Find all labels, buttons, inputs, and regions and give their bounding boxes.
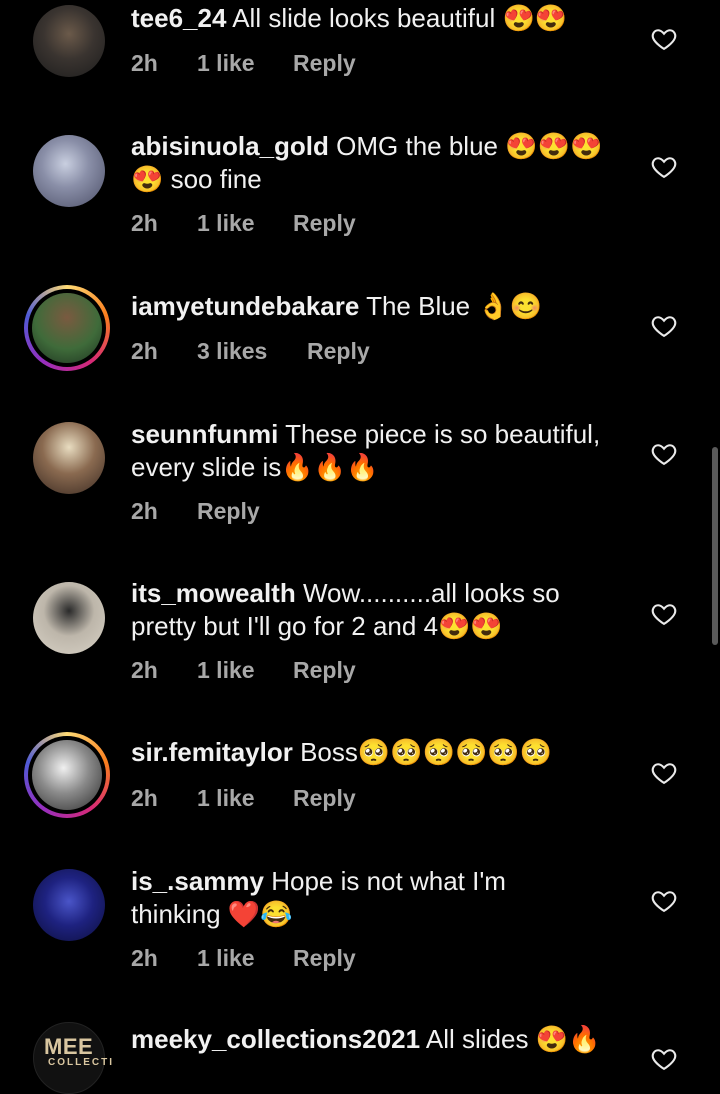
comment-likes[interactable]: 1 like	[197, 50, 293, 77]
reply-button[interactable]: Reply	[293, 945, 356, 972]
heart-icon[interactable]	[650, 600, 678, 628]
scrollbar[interactable]	[712, 447, 718, 645]
comment-username[interactable]: iamyetundebakare	[131, 291, 359, 321]
comment-meta: 2h 1 like Reply	[131, 50, 356, 77]
brand-logo-subtext: COLLECTI	[48, 1057, 114, 1068]
heart-icon[interactable]	[650, 440, 678, 468]
comment-username[interactable]: abisinuola_gold	[131, 131, 329, 161]
comment-time: 2h	[131, 210, 158, 236]
reply-button[interactable]: Reply	[307, 338, 370, 365]
comment-time: 2h	[131, 498, 158, 524]
avatar[interactable]	[33, 135, 105, 207]
avatar[interactable]	[24, 732, 110, 818]
comment-likes[interactable]: 1 like	[197, 785, 293, 812]
comment-time: 2h	[131, 50, 158, 76]
avatar[interactable]	[24, 285, 110, 371]
comment-meta: 2h 1 like Reply	[131, 945, 356, 972]
heart-icon[interactable]	[650, 312, 678, 340]
reply-button[interactable]: Reply	[293, 210, 356, 237]
comment-username[interactable]: sir.femitaylor	[131, 737, 293, 767]
comment-time: 2h	[131, 785, 158, 811]
comment-username[interactable]: tee6_24	[131, 3, 226, 33]
comment-likes[interactable]: 1 like	[197, 657, 293, 684]
comment-text: Boss🥺🥺🥺🥺🥺🥺	[292, 737, 553, 767]
reply-button[interactable]: Reply	[197, 498, 260, 525]
avatar[interactable]	[33, 5, 105, 77]
reply-button[interactable]: Reply	[293, 50, 356, 77]
comment-meta: 2h 1 like Reply	[131, 210, 356, 237]
comment-likes[interactable]: 1 like	[197, 210, 293, 237]
comment-meta: 2h 3 likes Reply	[131, 338, 370, 365]
comment-username[interactable]: seunnfunmi	[131, 419, 278, 449]
reply-button[interactable]: Reply	[293, 657, 356, 684]
comment-text: The Blue 👌😊	[359, 291, 543, 321]
comment-time: 2h	[131, 338, 158, 364]
heart-icon[interactable]	[650, 25, 678, 53]
comment-text: All slides 😍🔥	[420, 1024, 601, 1054]
comment-meta: 2h Reply	[131, 498, 260, 525]
avatar[interactable]: MEE COLLECTI	[33, 1022, 112, 1094]
comment-username[interactable]: its_mowealth	[131, 578, 296, 608]
heart-icon[interactable]	[650, 153, 678, 181]
avatar[interactable]	[33, 869, 105, 941]
comment-likes[interactable]: 1 like	[197, 945, 293, 972]
comment-likes[interactable]: 3 likes	[197, 338, 307, 365]
heart-icon[interactable]	[650, 887, 678, 915]
comment-meta: 2h 1 like Reply	[131, 657, 356, 684]
heart-icon[interactable]	[650, 759, 678, 787]
comment-username[interactable]: meeky_collections2021	[131, 1024, 420, 1054]
comment-text: All slide looks beautiful 😍😍	[226, 3, 568, 33]
reply-button[interactable]: Reply	[293, 785, 356, 812]
avatar[interactable]	[33, 582, 105, 654]
comment-time: 2h	[131, 657, 158, 683]
comment-time: 2h	[131, 945, 158, 971]
comment-meta: 2h 1 like Reply	[131, 785, 356, 812]
comment-username[interactable]: is_.sammy	[131, 866, 264, 896]
comments-list: tee6_24 All slide looks beautiful 😍😍 2h …	[0, 0, 720, 1094]
heart-icon[interactable]	[650, 1045, 678, 1073]
avatar[interactable]	[33, 422, 105, 494]
